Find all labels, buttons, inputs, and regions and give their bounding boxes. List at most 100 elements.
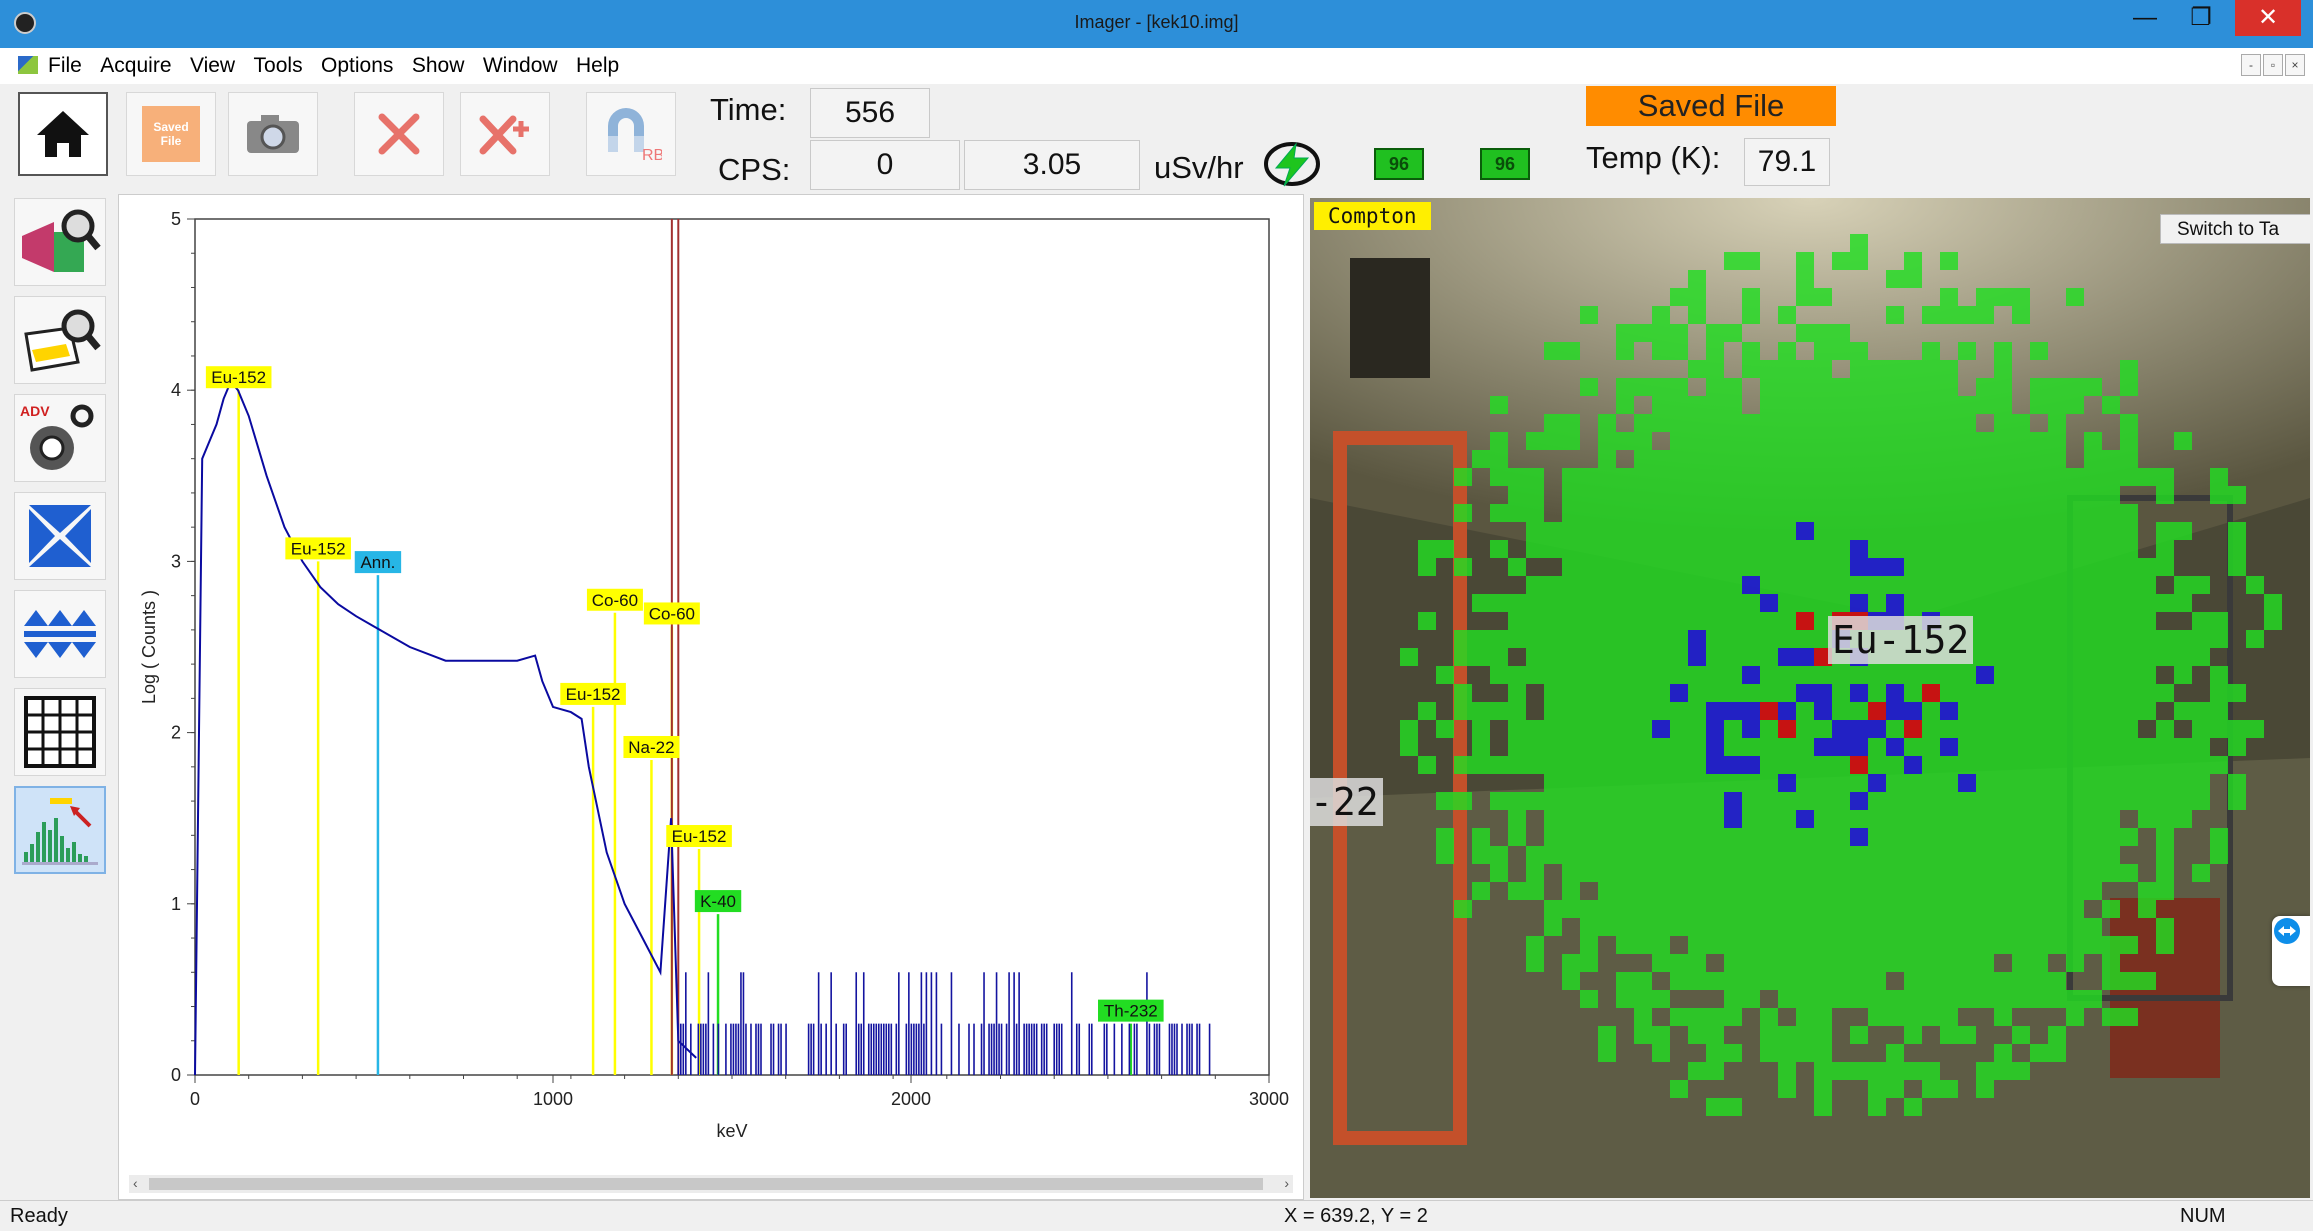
teamviewer-tab[interactable] bbox=[2272, 916, 2310, 986]
heatmap-cell bbox=[1724, 522, 1742, 540]
heatmap-cell bbox=[2156, 846, 2174, 864]
heatmap-cell bbox=[2174, 774, 2192, 792]
heatmap-cell bbox=[1670, 918, 1688, 936]
switch-view-button[interactable]: Switch to Ta bbox=[2160, 214, 2310, 244]
heatmap-cell bbox=[1616, 558, 1634, 576]
heatmap-cell bbox=[2228, 774, 2246, 792]
heatmap-cell bbox=[1814, 918, 1832, 936]
scene-image bbox=[1310, 198, 2310, 1198]
heatmap-cell bbox=[1688, 630, 1706, 648]
minimize-button[interactable]: — bbox=[2117, 0, 2173, 36]
heatmap-cell bbox=[1814, 468, 1832, 486]
heatmap-cell bbox=[1796, 486, 1814, 504]
sidebar-item-grid[interactable] bbox=[14, 688, 106, 776]
heatmap-cell bbox=[1832, 828, 1850, 846]
heatmap-cell bbox=[1526, 630, 1544, 648]
camera-button[interactable] bbox=[228, 92, 318, 176]
heatmap-cell bbox=[1706, 486, 1724, 504]
sidebar-item-box-search[interactable] bbox=[14, 296, 106, 384]
heatmap-cell bbox=[1958, 702, 1976, 720]
compton-image-panel[interactable]: Compton Switch to Ta Eu-152 -22 bbox=[1310, 198, 2310, 1198]
heatmap-cell bbox=[2030, 720, 2048, 738]
heatmap-cell bbox=[1976, 540, 1994, 558]
scroll-right-icon[interactable]: › bbox=[1284, 1175, 1289, 1191]
heatmap-cell bbox=[1868, 882, 1886, 900]
saved-file-button[interactable]: Saved File bbox=[126, 92, 216, 176]
mdi-minimize-button[interactable]: - bbox=[2241, 54, 2261, 76]
heatmap-cell bbox=[2012, 468, 2030, 486]
heatmap-cell bbox=[1832, 702, 1850, 720]
delete-button[interactable] bbox=[354, 92, 444, 176]
heatmap-cell bbox=[1868, 414, 1886, 432]
heatmap-cell bbox=[1778, 738, 1796, 756]
heatmap-cell bbox=[1544, 594, 1562, 612]
heatmap-cell bbox=[1958, 828, 1976, 846]
heatmap-cell bbox=[2012, 684, 2030, 702]
heatmap-cell bbox=[1868, 774, 1886, 792]
heatmap-cell bbox=[1652, 594, 1670, 612]
heatmap-cell bbox=[2102, 864, 2120, 882]
heatmap-cell bbox=[2048, 684, 2066, 702]
heatmap-cell bbox=[1814, 540, 1832, 558]
heatmap-cell bbox=[1760, 738, 1778, 756]
delete-add-button[interactable] bbox=[460, 92, 550, 176]
menu-file[interactable]: File bbox=[48, 54, 82, 78]
heatmap-cell bbox=[1796, 792, 1814, 810]
heatmap-cell bbox=[1598, 774, 1616, 792]
menu-show[interactable]: Show bbox=[412, 54, 465, 78]
heatmap-cell bbox=[1508, 468, 1526, 486]
heatmap-cell bbox=[1832, 900, 1850, 918]
heatmap-cell bbox=[1742, 558, 1760, 576]
sidebar-item-collapse[interactable] bbox=[14, 492, 106, 580]
mdi-restore-button[interactable]: ▫ bbox=[2263, 54, 2283, 76]
heatmap-cell bbox=[1580, 666, 1598, 684]
heatmap-cell bbox=[1544, 432, 1562, 450]
heatmap-cell bbox=[1724, 900, 1742, 918]
heatmap-cell bbox=[1706, 648, 1724, 666]
heatmap-cell bbox=[2012, 594, 2030, 612]
heatmap-cell bbox=[1778, 918, 1796, 936]
sidebar-item-expand[interactable] bbox=[14, 590, 106, 678]
heatmap-cell bbox=[1778, 846, 1796, 864]
menu-tools[interactable]: Tools bbox=[254, 54, 303, 78]
mdi-close-button[interactable]: × bbox=[2285, 54, 2305, 76]
menu-options[interactable]: Options bbox=[321, 54, 393, 78]
scroll-thumb[interactable] bbox=[149, 1178, 1263, 1190]
heatmap-cell bbox=[1580, 936, 1598, 954]
heatmap-cell bbox=[1706, 810, 1724, 828]
heatmap-cell bbox=[1958, 576, 1976, 594]
document-icon[interactable] bbox=[18, 56, 38, 74]
close-button[interactable]: ✕ bbox=[2235, 0, 2301, 36]
spectrum-chart[interactable]: 0 1000 2000 3000 0 1 2 3 4 5 keV Log ( Counts ) Eu-1… bbox=[119, 195, 1305, 1201]
rb-magnet-button[interactable]: RB bbox=[586, 92, 676, 176]
home-button[interactable] bbox=[18, 92, 108, 176]
heatmap-cell bbox=[1850, 972, 1868, 990]
restore-button[interactable]: ❐ bbox=[2173, 0, 2229, 36]
heatmap-cell bbox=[1598, 756, 1616, 774]
heatmap-cell bbox=[2084, 648, 2102, 666]
heatmap-cell bbox=[1724, 990, 1742, 1008]
menu-acquire[interactable]: Acquire bbox=[100, 54, 171, 78]
heatmap-cell bbox=[1940, 954, 1958, 972]
sidebar-item-spectrum[interactable] bbox=[14, 786, 106, 874]
heatmap-cell bbox=[1490, 702, 1508, 720]
heatmap-cell bbox=[1652, 612, 1670, 630]
sidebar-item-advanced-settings[interactable]: ADV bbox=[14, 394, 106, 482]
scroll-left-icon[interactable]: ‹ bbox=[133, 1175, 138, 1191]
heatmap-cell bbox=[2084, 990, 2102, 1008]
sidebar-item-camera-search[interactable] bbox=[14, 198, 106, 286]
heatmap-cell bbox=[1652, 990, 1670, 1008]
heatmap-cell bbox=[1580, 990, 1598, 1008]
menu-window[interactable]: Window bbox=[483, 54, 558, 78]
heatmap-cell bbox=[2084, 702, 2102, 720]
heatmap-cell bbox=[1904, 1062, 1922, 1080]
horizontal-scrollbar[interactable]: ‹ › bbox=[129, 1175, 1293, 1193]
heatmap-cell bbox=[1670, 414, 1688, 432]
heatmap-cell bbox=[1778, 576, 1796, 594]
heatmap-cell bbox=[1814, 666, 1832, 684]
heatmap-cell bbox=[2174, 666, 2192, 684]
menu-view[interactable]: View bbox=[190, 54, 235, 78]
menu-help[interactable]: Help bbox=[576, 54, 619, 78]
heatmap-cell bbox=[1670, 450, 1688, 468]
heatmap-cell bbox=[1868, 972, 1886, 990]
